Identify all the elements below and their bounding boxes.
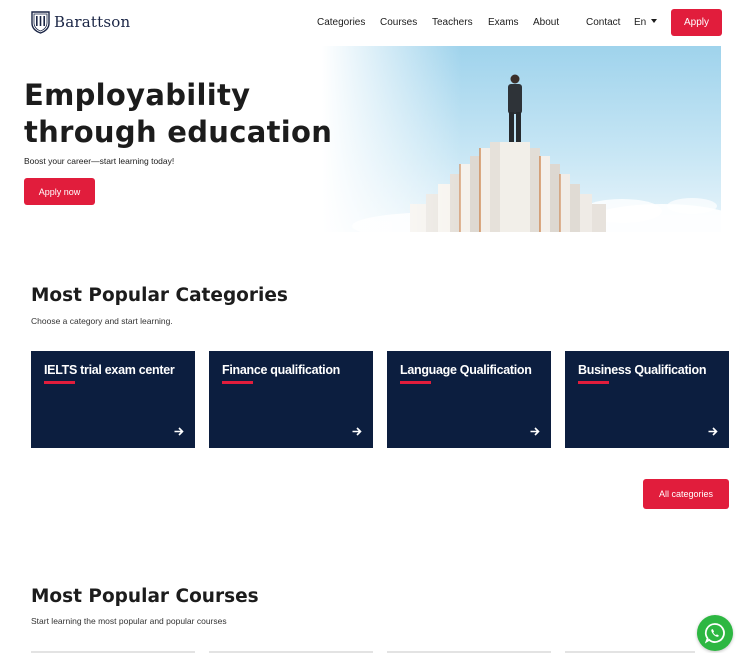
nav-about[interactable]: About — [533, 17, 559, 28]
card-accent-bar — [578, 381, 609, 384]
category-card-label: IELTS trial exam center — [44, 363, 175, 377]
brand-logo[interactable]: Barattson — [31, 10, 130, 34]
courses-section-subtitle: Start learning the most popular and popu… — [31, 616, 227, 626]
category-card-finance[interactable]: Finance qualification — [209, 351, 373, 448]
category-card-label: Business Qualification — [578, 363, 707, 377]
arrow-right-icon — [708, 427, 718, 436]
arrow-right-icon — [174, 427, 184, 436]
whatsapp-icon — [704, 623, 725, 644]
arrow-right-icon — [352, 427, 362, 436]
arrow-right-icon — [530, 427, 540, 436]
category-card-label: Language Qualification — [400, 363, 532, 377]
nav-courses[interactable]: Courses — [380, 17, 417, 28]
category-card-language[interactable]: Language Qualification — [387, 351, 551, 448]
apply-button[interactable]: Apply — [671, 9, 722, 36]
categories-section-subtitle: Choose a category and start learning. — [31, 316, 173, 326]
all-categories-button[interactable]: All categories — [643, 479, 729, 509]
language-label: En — [634, 17, 647, 28]
card-accent-bar — [400, 381, 431, 384]
brand-name: Barattson — [54, 13, 131, 31]
hero-subtitle: Boost your career—start learning today! — [24, 156, 175, 166]
nav-contact[interactable]: Contact — [586, 17, 620, 28]
card-accent-bar — [222, 381, 253, 384]
nav-teachers[interactable]: Teachers — [432, 17, 473, 28]
category-card-business[interactable]: Business Qualification — [565, 351, 729, 448]
nav-exams[interactable]: Exams — [488, 17, 519, 28]
chevron-down-icon — [651, 18, 658, 23]
top-navbar: Barattson Categories Courses Teachers Ex… — [0, 0, 750, 46]
card-accent-bar — [44, 381, 75, 384]
category-card-ielts[interactable]: IELTS trial exam center — [31, 351, 195, 448]
categories-section-title: Most Popular Categories — [31, 285, 288, 306]
courses-section-title: Most Popular Courses — [31, 586, 259, 607]
language-selector[interactable]: En — [634, 17, 658, 28]
whatsapp-button[interactable] — [697, 615, 733, 651]
hero-title: Employability through education — [24, 78, 333, 149]
shield-crest-icon — [31, 11, 50, 34]
category-card-label: Finance qualification — [222, 363, 341, 377]
nav-categories[interactable]: Categories — [317, 17, 365, 28]
apply-now-button[interactable]: Apply now — [24, 178, 95, 205]
